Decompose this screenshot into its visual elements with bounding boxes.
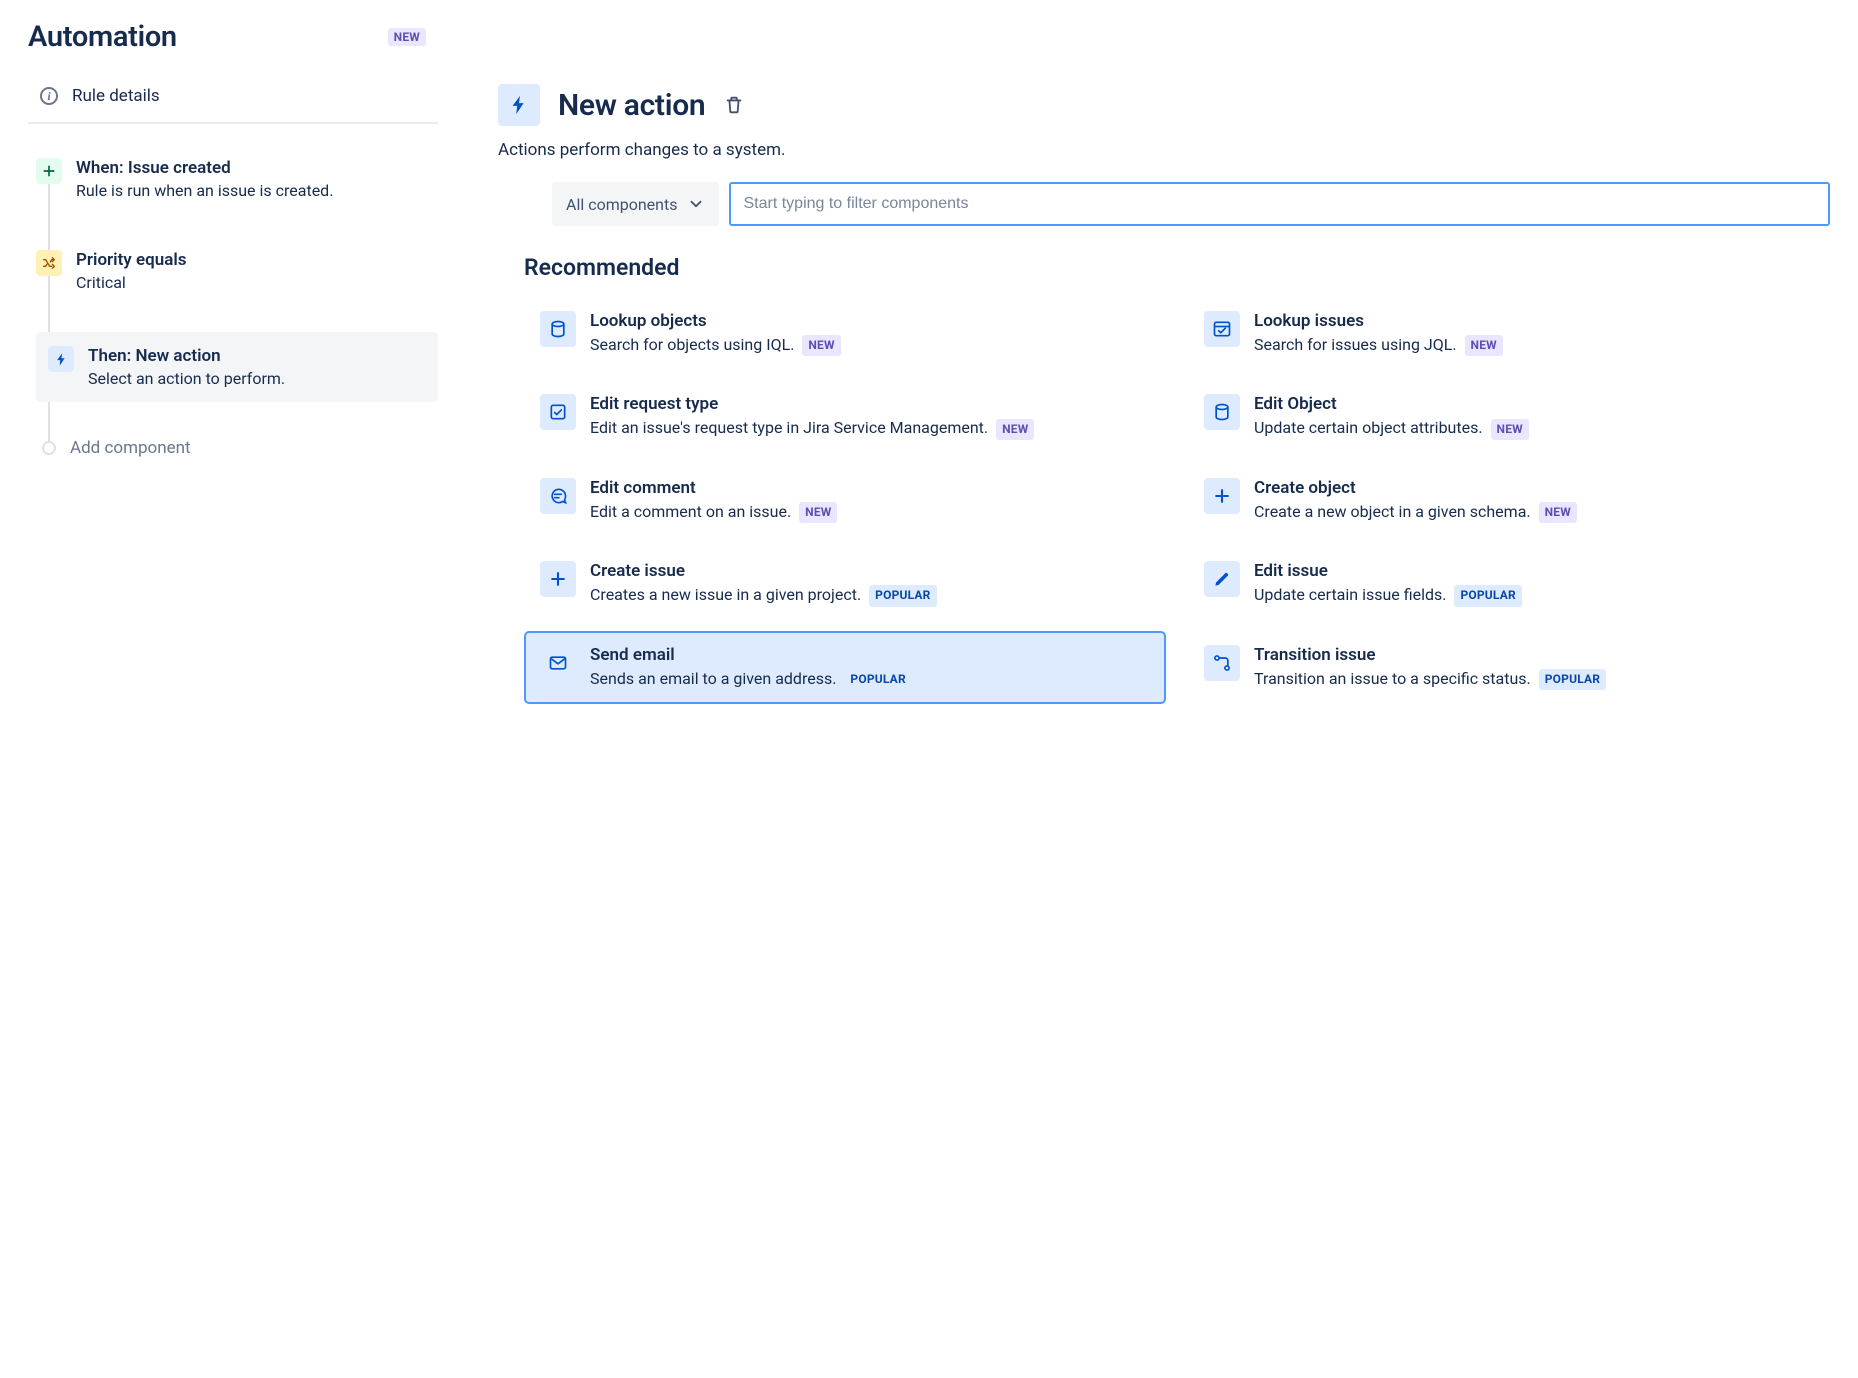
step-desc: Critical [76,273,187,292]
bolt-icon [498,84,540,126]
rule-details-link[interactable]: i Rule details [28,82,438,124]
popular-badge: POPULAR [844,669,911,690]
card-title: Transition issue [1254,645,1814,665]
card-desc: Search for objects using IQL. NEW [590,333,1150,356]
step-desc: Select an action to perform. [88,369,285,388]
card-title: Send email [590,645,1150,665]
popular-badge: POPULAR [1539,669,1606,690]
action-card-edit-comment[interactable]: Edit commentEdit a comment on an issue. … [524,464,1166,537]
action-card-lookup-issues[interactable]: Lookup issuesSearch for issues using JQL… [1188,297,1830,370]
rule-timeline: When: Issue created Rule is run when an … [28,148,438,468]
card-desc: Edit a comment on an issue. NEW [590,500,1150,523]
step-when-issue-created[interactable]: When: Issue created Rule is run when an … [36,148,438,210]
timeline-connector [48,168,50,454]
plus-icon [1204,478,1240,514]
new-badge: NEW [996,419,1034,440]
shuffle-icon [36,250,62,276]
card-desc: Update certain issue fields. POPULAR [1254,583,1814,606]
card-desc: Search for issues using JQL. NEW [1254,333,1814,356]
filter-components-input[interactable] [729,182,1830,226]
new-badge: NEW [802,335,840,356]
card-title: Edit request type [590,394,1150,414]
card-desc: Transition an issue to a specific status… [1254,667,1814,690]
plus-icon [36,158,62,184]
action-card-edit-object[interactable]: Edit ObjectUpdate certain object attribu… [1188,380,1830,453]
main-subtitle: Actions perform changes to a system. [498,140,1830,160]
card-title: Edit comment [590,478,1150,498]
delete-button[interactable] [723,94,745,116]
action-card-send-email[interactable]: Send emailSends an email to a given addr… [524,631,1166,704]
popular-badge: POPULAR [869,585,936,606]
card-desc: Update certain object attributes. NEW [1254,416,1814,439]
checkbox-icon [540,394,576,430]
action-card-create-object[interactable]: Create objectCreate a new object in a gi… [1188,464,1830,537]
action-card-edit-request-type[interactable]: Edit request typeEdit an issue's request… [524,380,1166,453]
cylinder-icon [540,311,576,347]
step-title: Then: New action [88,346,285,366]
mail-icon [540,645,576,681]
action-card-grid: Lookup objectsSearch for objects using I… [524,297,1830,704]
card-title: Create issue [590,561,1150,581]
step-title: When: Issue created [76,158,333,178]
card-desc: Edit an issue's request type in Jira Ser… [590,416,1150,439]
card-desc: Sends an email to a given address. POPUL… [590,667,1150,690]
new-badge: NEW [1491,419,1529,440]
workflow-icon [1204,645,1240,681]
pencil-icon [1204,561,1240,597]
info-icon: i [40,87,58,105]
new-badge: NEW [388,28,426,46]
step-priority-equals[interactable]: Priority equals Critical [36,240,438,302]
main-title: New action [558,88,705,123]
plus-icon [540,561,576,597]
trash-icon [723,94,745,116]
bolt-icon [48,346,74,372]
rule-details-label: Rule details [72,86,160,106]
circle-icon [42,441,56,455]
new-badge: NEW [1465,335,1503,356]
page-header: Automation NEW [28,20,438,54]
card-title: Lookup objects [590,311,1150,331]
main-header: New action [498,84,1830,126]
action-card-edit-issue[interactable]: Edit issueUpdate certain issue fields. P… [1188,547,1830,620]
dropdown-label: All components [566,195,677,214]
page-title: Automation [28,20,177,54]
add-component-label: Add component [70,438,191,458]
chevron-down-icon [687,195,705,213]
comment-icon [540,478,576,514]
card-title: Create object [1254,478,1814,498]
step-desc: Rule is run when an issue is created. [76,181,333,200]
components-dropdown[interactable]: All components [552,182,719,226]
section-title-recommended: Recommended [524,254,1830,281]
popular-badge: POPULAR [1454,585,1521,606]
step-then-new-action[interactable]: Then: New action Select an action to per… [36,332,438,402]
card-title: Edit Object [1254,394,1814,414]
card-title: Edit issue [1254,561,1814,581]
browser-check-icon [1204,311,1240,347]
action-card-create-issue[interactable]: Create issueCreates a new issue in a giv… [524,547,1166,620]
card-title: Lookup issues [1254,311,1814,331]
new-badge: NEW [1539,502,1577,523]
action-card-transition-issue[interactable]: Transition issueTransition an issue to a… [1188,631,1830,704]
action-card-lookup-objects[interactable]: Lookup objectsSearch for objects using I… [524,297,1166,370]
add-component-button[interactable]: Add component [36,428,438,468]
new-badge: NEW [799,502,837,523]
cylinder-icon [1204,394,1240,430]
step-title: Priority equals [76,250,187,270]
card-desc: Create a new object in a given schema. N… [1254,500,1814,523]
card-desc: Creates a new issue in a given project. … [590,583,1150,606]
